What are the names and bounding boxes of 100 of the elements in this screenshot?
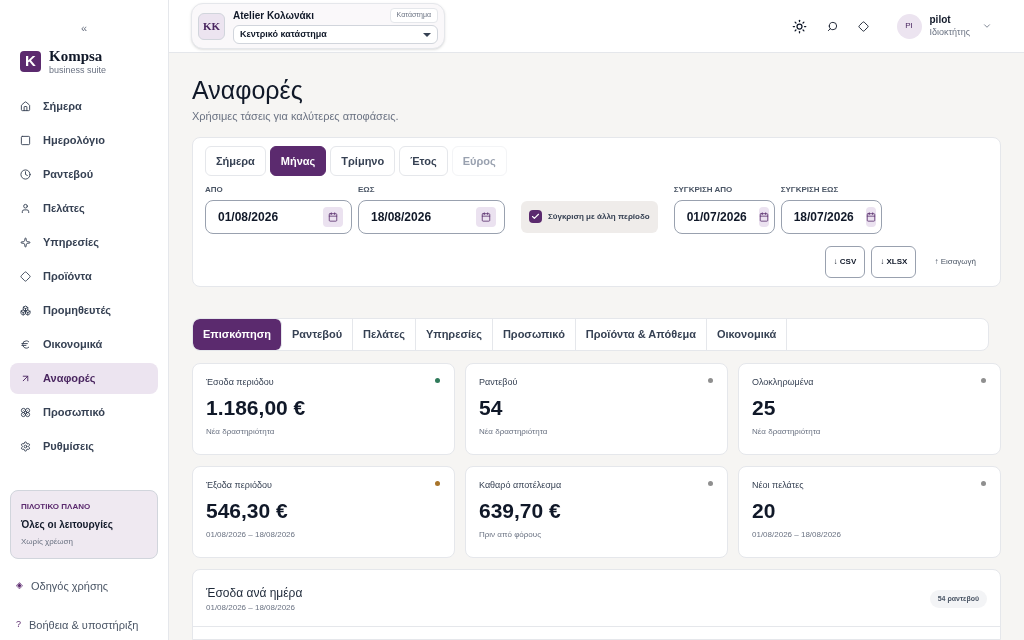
link-label: Οδηγός χρήσης: [31, 578, 109, 594]
stat-value: 639,70 €: [479, 498, 562, 525]
link-icon: ?: [16, 618, 21, 632]
check-icon: [531, 212, 540, 222]
brand-tagline: business suite: [49, 65, 107, 75]
stat-value: 20: [752, 498, 777, 525]
user-name: pilot: [929, 14, 952, 27]
logo-mark: K: [20, 51, 41, 72]
user-role: Ιδιοκτήτης: [929, 26, 970, 38]
field-label: ΕΩΣ: [358, 183, 376, 196]
date-value: 18/07/2026: [792, 208, 855, 226]
nav-item[interactable]: Αναφορές: [10, 362, 158, 394]
date-field[interactable]: 18/08/2026: [358, 199, 505, 234]
calendar-icon: [865, 211, 876, 222]
date-value: 01/08/2026: [217, 208, 280, 226]
nav-item[interactable]: Πελάτες: [10, 192, 158, 224]
nav-item[interactable]: Προϊόντα: [10, 260, 158, 292]
export-button[interactable]: ↓ CSV: [824, 245, 866, 278]
diamond-icon[interactable]: [857, 20, 869, 32]
search-icon[interactable]: [826, 20, 838, 32]
calendar-button[interactable]: [758, 206, 769, 227]
nav-item[interactable]: Οικονομικά: [10, 328, 158, 360]
field-label: ΣΥΓΚΡΙΣΗ ΕΩΣ: [780, 183, 840, 196]
stat-value: 546,30 €: [206, 498, 289, 525]
chart-title: Έσοδα ανά ημέρα: [206, 584, 303, 602]
nav-item[interactable]: Προμηθευτές: [10, 294, 158, 326]
date-field[interactable]: 01/08/2026: [205, 199, 352, 234]
period-tab[interactable]: Σήμερα: [205, 145, 266, 176]
stat-value: 1.186,00 €: [206, 395, 307, 422]
period-tab[interactable]: Τρίμηνο: [330, 145, 396, 176]
branch-value: Κεντρικό κατάστημα: [240, 27, 327, 41]
euro-icon: [20, 338, 31, 350]
stat-label: Ραντεβού: [479, 375, 519, 389]
nav-item[interactable]: Ημερολόγιο: [10, 124, 158, 156]
stat-label: Ολοκληρωμένα: [752, 375, 815, 389]
nav-item[interactable]: Σήμερα: [10, 90, 158, 122]
stat-note: 01/08/2026 – 18/08/2026: [752, 528, 842, 541]
page-title: Αναφορές: [192, 75, 304, 106]
period-tab[interactable]: Μήνας: [269, 145, 327, 176]
sparkle-icon: [20, 236, 31, 248]
import-button[interactable]: ↑ Εισαγωγή: [922, 245, 988, 278]
compare-label: Σύγκριση με άλλη περίοδο: [548, 210, 650, 223]
checkbox[interactable]: [529, 210, 542, 224]
footer-link[interactable]: ◈ Οδηγός χρήσης: [10, 570, 158, 602]
period-tab[interactable]: Έτος: [399, 145, 448, 176]
link-label: Βοήθεια & υποστήριξη: [29, 617, 139, 633]
stat-note: 01/08/2026 – 18/08/2026: [206, 528, 296, 541]
square-icon: [20, 134, 31, 146]
stat-note: Πριν από φόρους: [479, 528, 542, 541]
flower-icon: [20, 406, 31, 418]
date-value: 01/07/2026: [685, 208, 748, 226]
stat-note: Νέα δραστηριότητα: [752, 425, 822, 438]
store-name: Atelier Κολωνάκι: [233, 9, 314, 23]
home-icon: [20, 100, 31, 112]
clock-icon: [20, 168, 31, 180]
report-tab[interactable]: Προσωπικό: [492, 318, 576, 350]
report-tab[interactable]: Υπηρεσίες: [415, 318, 493, 350]
nav-item[interactable]: Ραντεβού: [10, 158, 158, 190]
report-tab[interactable]: Επισκόπηση: [193, 318, 282, 350]
nav-item[interactable]: Υπηρεσίες: [10, 226, 158, 258]
report-tab[interactable]: Οικονομικά: [707, 318, 788, 350]
report-tab[interactable]: Προϊόντα & Απόθεμα: [575, 318, 707, 350]
plan-title: Όλες οι λειτουργίες: [21, 517, 114, 532]
calendar-button[interactable]: [476, 206, 496, 227]
stat-label: Έσοδα περιόδου: [206, 375, 275, 389]
caret-icon: [423, 32, 431, 37]
date-field[interactable]: 18/07/2026: [780, 199, 882, 234]
diamond-icon: [20, 270, 31, 282]
collapse-button[interactable]: «: [80, 20, 88, 37]
report-tab[interactable]: Ραντεβού: [281, 318, 354, 350]
compare-toggle[interactable]: Σύγκριση με άλλη περίοδο: [521, 200, 658, 233]
chart-range: 01/08/2026 – 18/08/2026: [206, 601, 296, 614]
user-menu[interactable]: PI pilot Ιδιοκτήτης: [896, 13, 992, 39]
export-button[interactable]: ↓ XLSX: [871, 245, 917, 278]
stat-value: 25: [752, 395, 777, 422]
brand-name: Kompsa: [49, 48, 104, 64]
stat-note: Νέα δραστηριότητα: [206, 425, 276, 438]
footer-link[interactable]: ? Βοήθεια & υποστήριξη: [10, 609, 158, 640]
plan-note: Χωρίς χρέωση: [21, 535, 74, 548]
theme-toggle-icon[interactable]: [791, 18, 807, 34]
calendar-button[interactable]: [865, 206, 876, 227]
link-icon: ◈: [16, 579, 23, 593]
nav-item[interactable]: Προσωπικό: [10, 396, 158, 428]
field-label: ΑΠΟ: [205, 183, 224, 196]
stat-label: Καθαρό αποτέλεσμα: [479, 478, 563, 492]
date-field[interactable]: 01/07/2026: [673, 199, 775, 234]
field-label: ΣΥΓΚΡΙΣΗ ΑΠΟ: [673, 183, 734, 196]
stat-note: Νέα δραστηριότητα: [479, 425, 549, 438]
store-avatar: KK: [198, 12, 225, 40]
calendar-icon: [758, 211, 769, 222]
chevron-icon: [982, 21, 992, 31]
date-value: 18/08/2026: [370, 208, 433, 226]
report-tab[interactable]: Πελάτες: [353, 318, 416, 350]
stat-value: 54: [479, 395, 504, 422]
calendar-button[interactable]: [323, 206, 343, 227]
stat-label: Έξοδα περιόδου: [206, 478, 273, 492]
branch-select[interactable]: Κεντρικό κατάστημα: [233, 25, 438, 44]
settings-icon: [20, 440, 31, 452]
person-icon: [20, 202, 31, 214]
nav-item[interactable]: Ρυθμίσεις: [10, 430, 158, 462]
